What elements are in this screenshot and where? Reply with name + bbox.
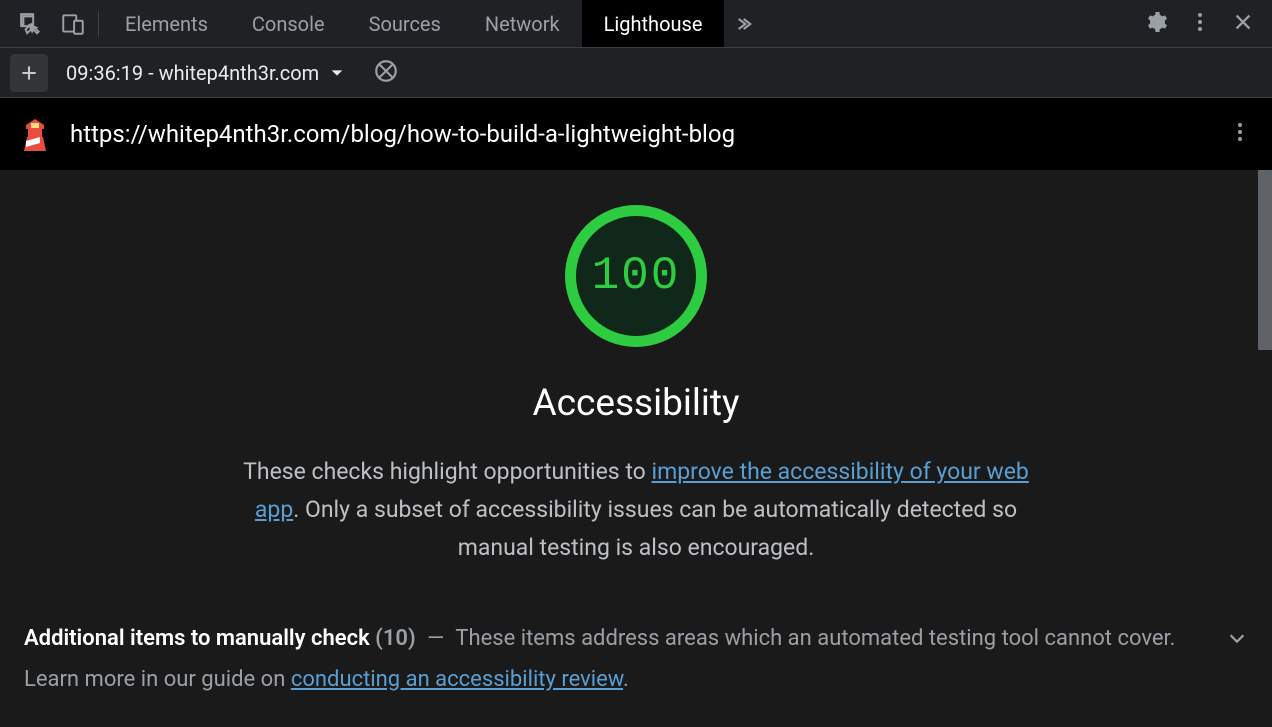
- manual-title: Additional items to manually check: [24, 626, 370, 651]
- manual-desc-end: .: [623, 667, 629, 692]
- category-description: These checks highlight opportunities to …: [226, 453, 1046, 567]
- lighthouse-logo-icon: [20, 117, 50, 151]
- device-toggle-icon[interactable]: [52, 0, 94, 47]
- inspect-icon[interactable]: [10, 0, 52, 47]
- tab-console[interactable]: Console: [230, 0, 347, 47]
- desc-text-2: . Only a subset of accessibility issues …: [293, 496, 1017, 561]
- settings-icon[interactable]: [1144, 10, 1168, 38]
- manual-checks-section[interactable]: Additional items to manually check (10) …: [20, 619, 1252, 700]
- lighthouse-toolbar: 09:36:19 - whitep4nth3r.com: [0, 48, 1272, 98]
- report-menu-icon[interactable]: [1228, 120, 1252, 148]
- tab-network[interactable]: Network: [463, 0, 582, 47]
- separator: [98, 11, 99, 37]
- dropdown-icon: [329, 65, 345, 81]
- scrollbar-thumb[interactable]: [1258, 170, 1272, 350]
- report-url-bar: https://whitep4nth3r.com/blog/how-to-bui…: [0, 98, 1272, 170]
- chevron-down-icon[interactable]: [1226, 627, 1248, 653]
- kebab-menu-icon[interactable]: [1188, 10, 1212, 38]
- tab-elements[interactable]: Elements: [103, 0, 230, 47]
- tab-lighthouse[interactable]: Lighthouse: [582, 0, 725, 47]
- new-report-button[interactable]: [10, 54, 48, 92]
- report-selector[interactable]: 09:36:19 - whitep4nth3r.com: [66, 61, 345, 85]
- clear-icon[interactable]: [373, 58, 399, 88]
- score-value: 100: [592, 250, 681, 302]
- report-url: https://whitep4nth3r.com/blog/how-to-bui…: [70, 120, 1208, 148]
- category-title: Accessibility: [532, 382, 739, 425]
- manual-count: (10): [375, 626, 416, 651]
- tab-sources[interactable]: Sources: [347, 0, 463, 47]
- more-tabs-icon[interactable]: [724, 0, 760, 47]
- manual-dash: —: [427, 626, 444, 651]
- score-gauge[interactable]: 100: [565, 205, 707, 347]
- close-icon[interactable]: [1232, 11, 1254, 37]
- report-content: 100 Accessibility These checks highlight…: [0, 170, 1272, 727]
- accessibility-review-link[interactable]: conducting an accessibility review: [291, 667, 623, 692]
- desc-text-1: These checks highlight opportunities to: [243, 458, 651, 485]
- devtools-tab-bar: Elements Console Sources Network Lightho…: [0, 0, 1272, 48]
- report-label-text: 09:36:19 - whitep4nth3r.com: [66, 61, 319, 85]
